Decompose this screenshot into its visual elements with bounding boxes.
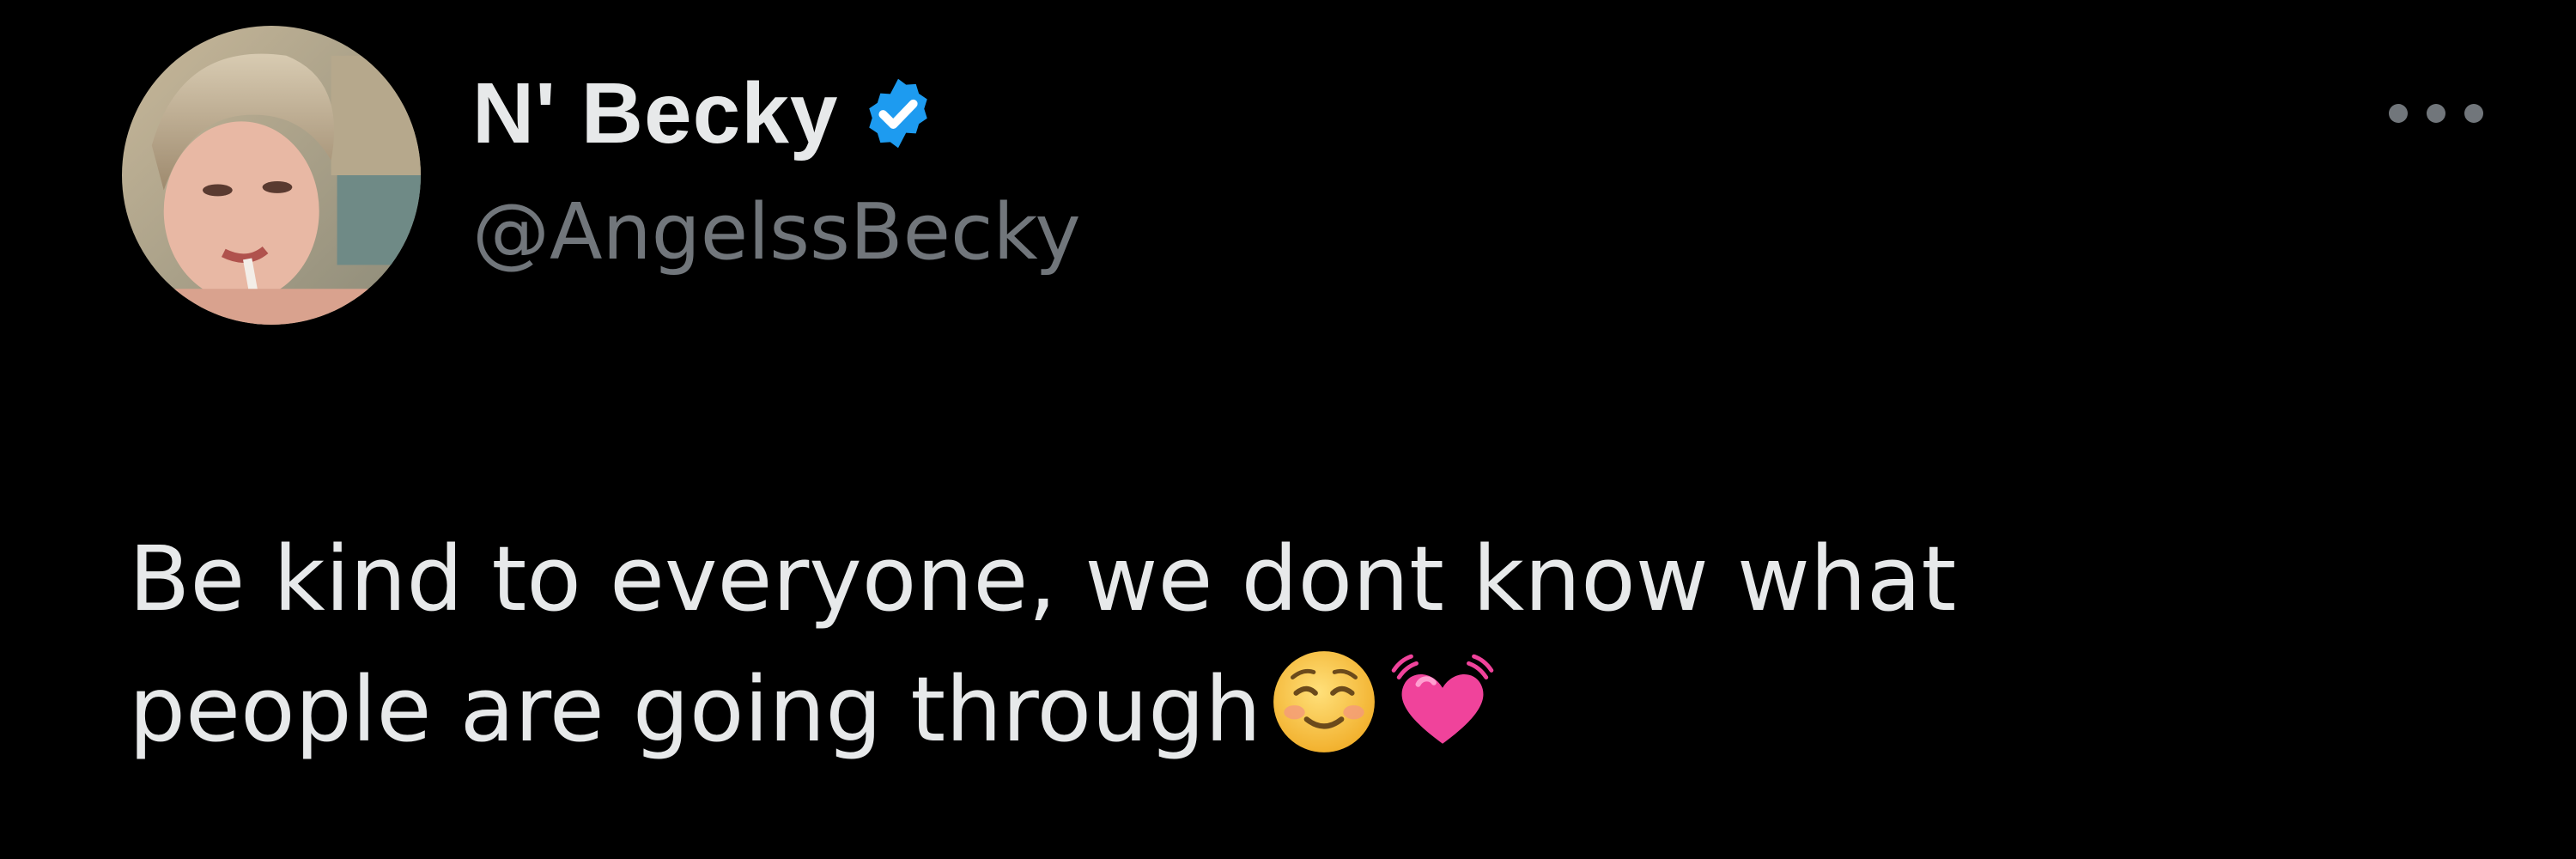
more-options-icon-dot xyxy=(2427,104,2445,123)
author-info: N' Becky @AngelssBecky xyxy=(472,62,1081,278)
more-options-icon xyxy=(2389,104,2408,123)
display-name[interactable]: N' Becky xyxy=(472,64,838,163)
tweet-text-line-2-text: people are going through xyxy=(129,657,1261,762)
author-handle[interactable]: @AngelssBecky xyxy=(472,187,1081,277)
profile-photo-icon xyxy=(122,26,421,325)
more-options-icon-dot xyxy=(2464,104,2483,123)
tweet-text: Be kind to everyone, we dont know what p… xyxy=(129,514,2275,775)
beating-heart-icon xyxy=(1387,646,1498,758)
tweet-card[interactable]: N' Becky @AngelssBecky Be kind to everyo… xyxy=(0,0,2576,859)
verified-badge-icon xyxy=(859,74,938,153)
smiling-face-icon xyxy=(1268,646,1380,758)
tweet-text-line-2: people are going through xyxy=(129,644,2275,775)
tweet-text-line-1: Be kind to everyone, we dont know what xyxy=(129,527,1957,631)
more-options-button[interactable] xyxy=(2389,96,2483,131)
author-name-row[interactable]: N' Becky xyxy=(472,62,1081,165)
avatar[interactable] xyxy=(122,26,421,325)
